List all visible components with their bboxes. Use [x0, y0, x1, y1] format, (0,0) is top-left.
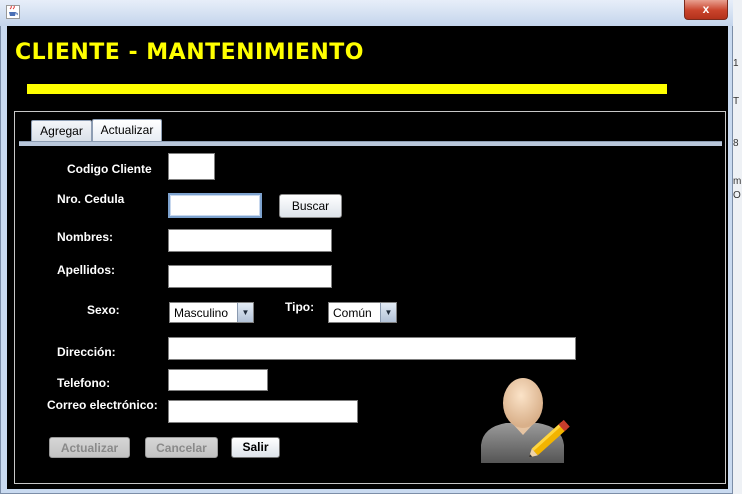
tab-underline	[19, 141, 722, 146]
direccion-label: Dirección:	[57, 345, 116, 359]
sexo-selected-value: Masculino	[174, 306, 229, 320]
nombres-label: Nombres:	[57, 230, 114, 244]
codigo-cliente-label: Codigo Cliente	[67, 162, 152, 176]
background-char: O	[733, 190, 741, 201]
title-bar[interactable]	[0, 0, 733, 26]
cancelar-button[interactable]: Cancelar	[145, 437, 218, 458]
actualizar-button[interactable]: Actualizar	[49, 437, 130, 458]
background-char: 1	[733, 58, 739, 69]
telefono-field[interactable]	[168, 369, 268, 391]
java-cup-icon	[6, 5, 20, 19]
cedula-field[interactable]	[168, 193, 262, 218]
tab-agregar[interactable]: Agregar	[31, 120, 92, 142]
close-button[interactable]: x	[684, 0, 728, 20]
close-icon: x	[702, 2, 710, 16]
background-char: 8	[733, 138, 739, 149]
chevron-down-icon: ▼	[237, 303, 253, 322]
tipo-select[interactable]: Común ▼	[328, 302, 397, 323]
tab-actualizar[interactable]: Actualizar	[92, 119, 162, 142]
sexo-select[interactable]: Masculino ▼	[169, 302, 254, 323]
tipo-selected-value: Común	[333, 306, 372, 320]
page-title: CLIENTE - MANTENIMIENTO	[15, 40, 364, 65]
codigo-cliente-field[interactable]	[168, 153, 215, 180]
background-char: T	[733, 96, 740, 107]
telefono-label: Telefono:	[57, 376, 111, 390]
correo-field[interactable]	[168, 400, 358, 423]
sexo-label: Sexo:	[87, 303, 120, 317]
tipo-label: Tipo:	[285, 300, 315, 314]
chevron-down-icon: ▼	[380, 303, 396, 322]
background-char: m	[733, 176, 742, 187]
buscar-button[interactable]: Buscar	[279, 194, 342, 218]
title-underline	[27, 84, 667, 94]
user-edit-icon	[481, 378, 570, 463]
cedula-label: Nro. Cedula	[57, 192, 125, 206]
salir-button[interactable]: Salir	[231, 437, 280, 458]
nombres-field[interactable]	[168, 229, 332, 252]
apellidos-label: Apellidos:	[57, 263, 116, 277]
direccion-field[interactable]	[168, 337, 576, 360]
apellidos-field[interactable]	[168, 265, 332, 288]
correo-label: Correo electrónico:	[47, 398, 158, 412]
